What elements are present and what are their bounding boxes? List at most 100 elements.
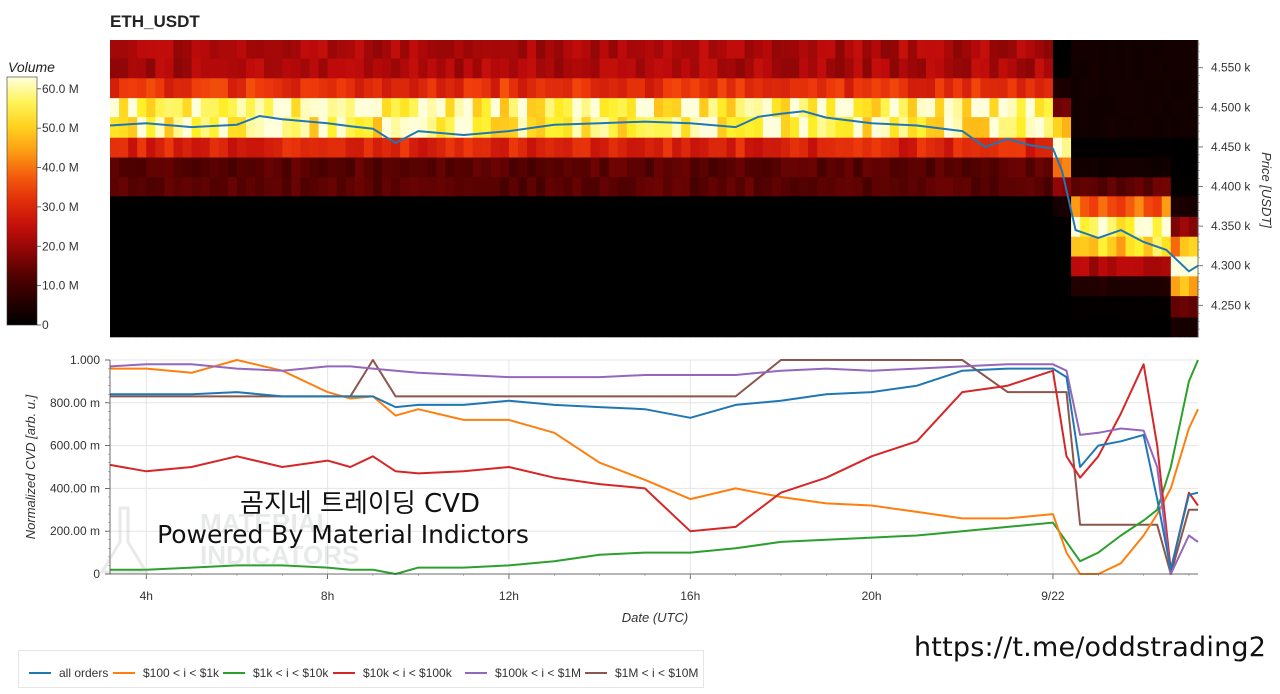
heatmap-cell — [409, 137, 419, 158]
legend-item-0[interactable]: all orders — [29, 666, 108, 680]
heatmap-cell — [173, 78, 184, 99]
price-axis-tick-label: 4.350 k — [1211, 219, 1251, 233]
heatmap-cell — [989, 236, 1000, 257]
heatmap-cell — [1089, 116, 1099, 138]
heatmap-cell — [672, 317, 682, 338]
heatmap-cell — [119, 256, 129, 277]
heatmap-cell — [753, 196, 764, 217]
heatmap-cell — [173, 40, 184, 59]
heatmap-cell — [971, 40, 981, 59]
heatmap-cell — [771, 295, 782, 318]
heatmap-cell — [1098, 177, 1108, 197]
heatmap-cell — [790, 256, 800, 277]
heatmap-cell — [907, 40, 918, 59]
heatmap-cell — [191, 137, 202, 158]
heatmap-cell — [508, 58, 519, 79]
heatmap-cell — [880, 116, 891, 138]
heatmap-cell — [672, 78, 682, 99]
heatmap-cell — [436, 216, 446, 237]
heatmap-cell — [1062, 78, 1072, 99]
heatmap-cell — [1125, 196, 1136, 217]
heatmap-cell — [753, 256, 764, 277]
heatmap-cell — [608, 97, 619, 118]
heatmap-cell — [128, 256, 138, 277]
legend-item-5[interactable]: $1M < i < $10M — [585, 666, 698, 680]
heatmap-cell — [654, 216, 664, 237]
heatmap-cell — [246, 97, 256, 118]
heatmap-cell — [590, 157, 601, 178]
heatmap-cell — [508, 78, 519, 99]
legend-item-3[interactable]: $10k < i < $100k — [333, 666, 453, 680]
heatmap-cell — [191, 216, 202, 237]
heatmap-cell — [581, 58, 592, 79]
heatmap-cell — [318, 157, 329, 178]
heatmap-cell — [989, 116, 1000, 138]
heatmap-cell — [209, 256, 220, 277]
heatmap-cell — [944, 58, 954, 79]
heatmap-cell — [427, 177, 437, 197]
heatmap-cell — [472, 157, 483, 178]
heatmap-cell — [119, 196, 129, 217]
heatmap-cell — [835, 58, 845, 79]
heatmap-cell — [681, 40, 691, 59]
heatmap-cell — [980, 256, 990, 277]
heatmap-cell — [1170, 137, 1181, 158]
heatmap-cell — [635, 295, 646, 318]
heatmap-cell — [436, 317, 446, 338]
heatmap-cell — [472, 97, 483, 118]
heatmap-cell — [164, 216, 174, 237]
heatmap-cell — [1170, 40, 1181, 59]
heatmap-cell — [690, 78, 700, 99]
heatmap-cell — [545, 256, 555, 277]
heatmap-cell — [654, 40, 664, 59]
heatmap-cell — [672, 116, 682, 138]
heatmap-cell — [690, 256, 700, 277]
heatmap-cell — [1080, 97, 1090, 118]
heatmap-cell — [1034, 236, 1045, 257]
heatmap-cell — [173, 317, 184, 338]
heatmap-cell — [717, 40, 728, 59]
heatmap-cell — [744, 40, 755, 59]
heatmap-cell — [1034, 317, 1045, 338]
heatmap-cell — [1089, 177, 1099, 197]
heatmap-cell — [663, 216, 673, 237]
heatmap-cell — [880, 236, 891, 257]
heatmap-cell — [372, 295, 383, 318]
heatmap-cell — [409, 276, 419, 297]
heatmap-cell — [191, 157, 202, 178]
heatmap-cell — [790, 78, 800, 99]
heatmap-cell — [291, 58, 301, 79]
heatmap-cell — [599, 177, 610, 197]
heatmap-cell — [182, 236, 193, 257]
heatmap-cell — [926, 157, 936, 178]
heatmap-cell — [889, 78, 900, 99]
heatmap-cell — [744, 196, 755, 217]
heatmap-cell — [907, 58, 918, 79]
heatmap-cell — [400, 196, 410, 217]
heatmap-cell — [771, 157, 782, 178]
heatmap-cell — [554, 58, 564, 79]
heatmap-cell — [418, 177, 428, 197]
heatmap-cell — [1016, 295, 1027, 318]
heatmap-cell — [626, 97, 637, 118]
heatmap-cell — [372, 196, 383, 217]
cvd-x-axis-label: Date (UTC) — [622, 610, 688, 625]
heatmap-cell — [191, 256, 202, 277]
heatmap-cell — [726, 236, 737, 257]
heatmap-cell — [318, 97, 329, 118]
legend-item-4[interactable]: $100k < i < $1M — [465, 666, 581, 680]
heatmap-cell — [1016, 116, 1027, 138]
heatmap-cell — [445, 256, 456, 277]
legend-item-2[interactable]: $1k < i < $10k — [223, 666, 329, 680]
heatmap-cell — [1043, 295, 1054, 318]
heatmap-cell — [617, 137, 628, 158]
telegram-link[interactable]: https://t.me/oddstrading2 — [914, 632, 1266, 663]
heatmap-cell — [445, 317, 456, 338]
heatmap-cell — [318, 295, 329, 318]
heatmap-cell — [327, 78, 338, 99]
heatmap-cell — [735, 196, 746, 217]
legend-item-1[interactable]: $100 < i < $1k — [113, 666, 220, 680]
heatmap-cell — [971, 177, 981, 197]
heatmap-cell — [1143, 216, 1154, 237]
heatmap-cell — [119, 78, 129, 99]
